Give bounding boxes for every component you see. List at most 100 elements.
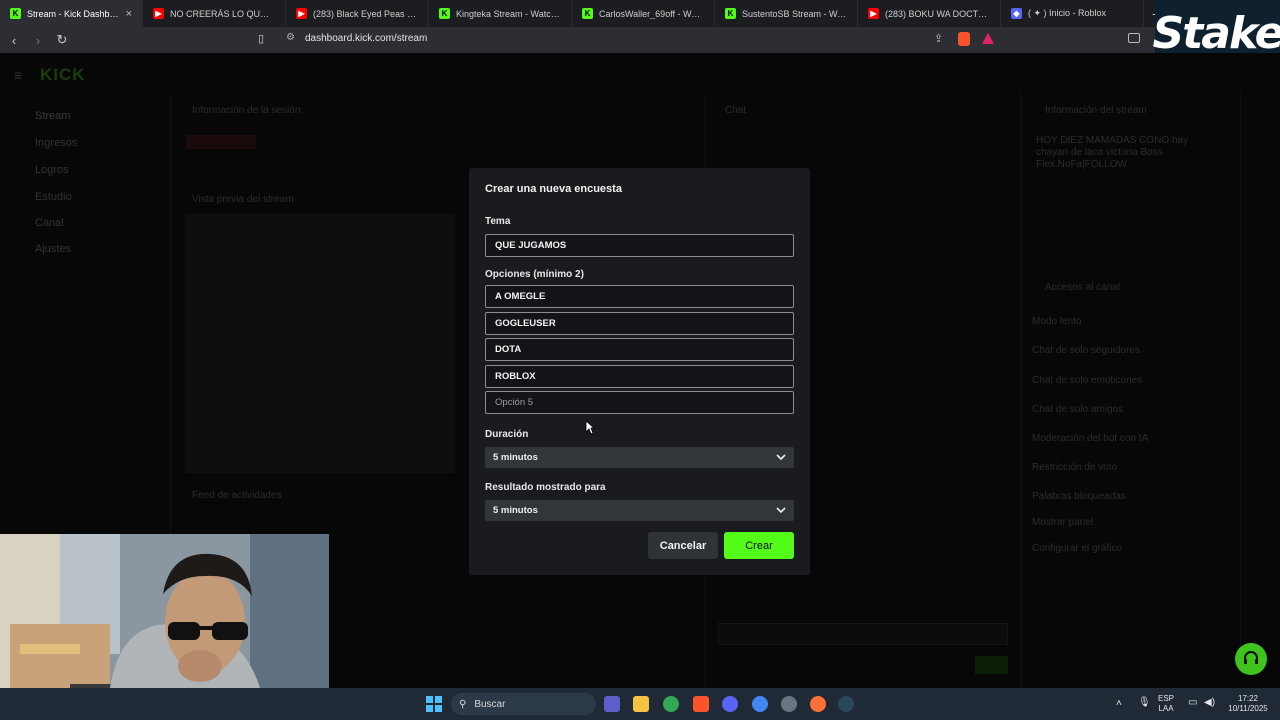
tab-carloswaller[interactable]: K CarlosWaller_69off - Watch the (572, 0, 715, 27)
youtube-icon: ▶ (868, 8, 879, 19)
discord-icon: ◆ (1011, 8, 1022, 19)
clock[interactable]: 17:22 10/11/2025 (1226, 694, 1270, 714)
quick-item[interactable]: Moderación del bot con IA (1032, 433, 1148, 444)
tab-sustentosb[interactable]: K SustentoSB Stream - Watch (715, 0, 858, 27)
steam-icon[interactable] (838, 696, 854, 712)
tab-title: Stream - Kick Dashboard (27, 8, 120, 19)
tab-kingteka[interactable]: K Kingteka Stream - Watch L (429, 0, 572, 27)
chevron-down-icon (776, 507, 786, 514)
activity-feed-title: Feed de actividades (192, 490, 282, 501)
windows-start-icon[interactable] (426, 696, 442, 712)
kick-logo: KICK (40, 65, 86, 84)
option-input-1[interactable]: A OMEGLE (485, 285, 794, 308)
quick-item[interactable]: Mostrar panel (1032, 517, 1093, 528)
preview-title: Vista previa del stream (192, 194, 294, 205)
option-input-3[interactable]: DOTA (485, 338, 794, 361)
tab-title: ( ✦ ) Inicio - Roblox (1028, 8, 1107, 18)
discord-icon[interactable] (722, 696, 738, 712)
chevron-down-icon (776, 454, 786, 461)
quick-item[interactable]: Chat de solo seguidores (1032, 345, 1140, 356)
tab-title: (283) Black Eyed Peas - I Gotta (313, 8, 418, 19)
option-input-5[interactable]: Opción 5 (485, 391, 794, 414)
nav-estudio[interactable]: Estudio (35, 191, 72, 203)
result-label: Resultado mostrado para (485, 482, 606, 493)
topic-label: Tema (485, 216, 511, 227)
file-explorer-icon[interactable] (633, 696, 649, 712)
stream-info-text: HOY DIEZ MAMADAS CONO hay chayan de laca… (1036, 135, 1189, 170)
language-indicator[interactable]: ESP LAA (1158, 694, 1174, 714)
duration-label: Duración (485, 429, 529, 440)
tab-title: (283) BOKU WA DOCTOR - You (885, 8, 990, 19)
cancel-button[interactable]: Cancelar (648, 532, 718, 559)
hamburger-icon[interactable]: ≡ (14, 67, 22, 83)
tab-title: Kingteka Stream - Watch L (456, 8, 561, 19)
support-chat-button[interactable] (1235, 643, 1267, 675)
brave-shields-icon[interactable] (958, 32, 970, 46)
option-input-2[interactable]: GOGLEUSER (485, 312, 794, 335)
teams-icon[interactable] (604, 696, 620, 712)
option-input-4[interactable]: ROBLOX (485, 365, 794, 388)
microphone-icon[interactable]: 🎙 (1138, 698, 1151, 708)
webcam-overlay (0, 534, 329, 688)
create-button[interactable]: Crear (724, 532, 794, 559)
sidebar-toggle-icon[interactable] (1128, 33, 1140, 43)
forward-icon[interactable]: › (28, 33, 48, 48)
share-icon[interactable]: ⇪ (934, 32, 943, 45)
webcam-image (0, 534, 329, 688)
headset-icon (1244, 651, 1258, 664)
quick-item[interactable]: Restricción de voto (1032, 462, 1117, 473)
volume-icon[interactable]: ◀) (1204, 698, 1215, 708)
tab-roblox[interactable]: ◆ ( ✦ ) Inicio - Roblox (1001, 0, 1144, 27)
stake-logo: Stake (1152, 7, 1280, 59)
chrome-profile-icon[interactable] (752, 696, 768, 712)
firefox-icon[interactable] (810, 696, 826, 712)
mouse-cursor-icon (585, 420, 595, 435)
youtube-icon: ▶ (296, 8, 307, 19)
kick-icon: K (725, 8, 736, 19)
windows-taskbar: ⚲ Buscar ˄ 🎙 ESP LAA ▭ ◀) 17:22 10/11/20… (0, 688, 1280, 720)
nav-ingresos[interactable]: Ingresos (35, 137, 77, 149)
nav-canal[interactable]: Canal (35, 217, 64, 229)
nav-ajustes[interactable]: Ajustes (35, 243, 71, 255)
session-info-title: Información de la sesión (192, 105, 301, 116)
topic-input[interactable]: QUE JUGAMOS (485, 234, 794, 257)
tray-chevron-icon[interactable]: ˄ (1116, 699, 1122, 709)
chat-input (718, 623, 1008, 645)
taskbar-search[interactable]: ⚲ Buscar (451, 693, 596, 715)
kick-icon: K (10, 8, 21, 19)
tab-boku-wa-doctor[interactable]: ▶ (283) BOKU WA DOCTOR - You (858, 0, 1001, 27)
quick-item[interactable]: Palabras bloqueadas (1032, 491, 1126, 502)
quick-item[interactable]: Chat de solo amigos (1032, 404, 1123, 415)
url-field[interactable]: dashboard.kick.com/stream (305, 33, 427, 44)
tab-title: CarlosWaller_69off - Watch the (599, 8, 704, 19)
tab-youtube-1[interactable]: ▶ NO CREERÁS LO QUE PASÓ EN (143, 0, 286, 27)
brave-rewards-icon[interactable] (982, 33, 994, 44)
quick-access-title: Accesos al canal (1045, 282, 1121, 293)
quick-item[interactable]: Modo lento (1032, 316, 1081, 327)
nav-stream[interactable]: Stream (35, 110, 70, 122)
settings-icon[interactable] (781, 696, 797, 712)
tab-title: SustentoSB Stream - Watch (742, 8, 847, 19)
search-placeholder: Buscar (474, 698, 506, 710)
reload-icon[interactable]: ↻ (52, 32, 72, 48)
duration-value: 5 minutos (493, 452, 538, 463)
nav-logros[interactable]: Logros (35, 164, 69, 176)
tab-stream-kick-dashboard[interactable]: K Stream - Kick Dashboard × (0, 0, 143, 27)
modal-title: Crear una nueva encuesta (485, 183, 622, 195)
back-icon[interactable]: ‹ (4, 33, 24, 48)
bookmark-icon[interactable]: ▯ (258, 32, 264, 45)
site-settings-icon[interactable]: ⚙ (286, 32, 295, 43)
keyboard-layout: LAA (1158, 704, 1174, 713)
tab-youtube-2[interactable]: ▶ (283) Black Eyed Peas - I Gotta (286, 0, 429, 27)
duration-select[interactable]: 5 minutos (485, 447, 794, 468)
result-select[interactable]: 5 minutos (485, 500, 794, 521)
options-label: Opciones (mínimo 2) (485, 269, 584, 280)
stream-preview (185, 213, 455, 473)
kick-icon: K (439, 8, 450, 19)
network-icon[interactable]: ▭ (1188, 698, 1197, 708)
quick-item[interactable]: Configurar el gráfico (1032, 543, 1122, 554)
chrome-icon[interactable] (663, 696, 679, 712)
close-tab-icon[interactable]: × (126, 8, 132, 20)
quick-item[interactable]: Chat de solo emoticones (1032, 375, 1142, 386)
brave-icon[interactable] (693, 696, 709, 712)
